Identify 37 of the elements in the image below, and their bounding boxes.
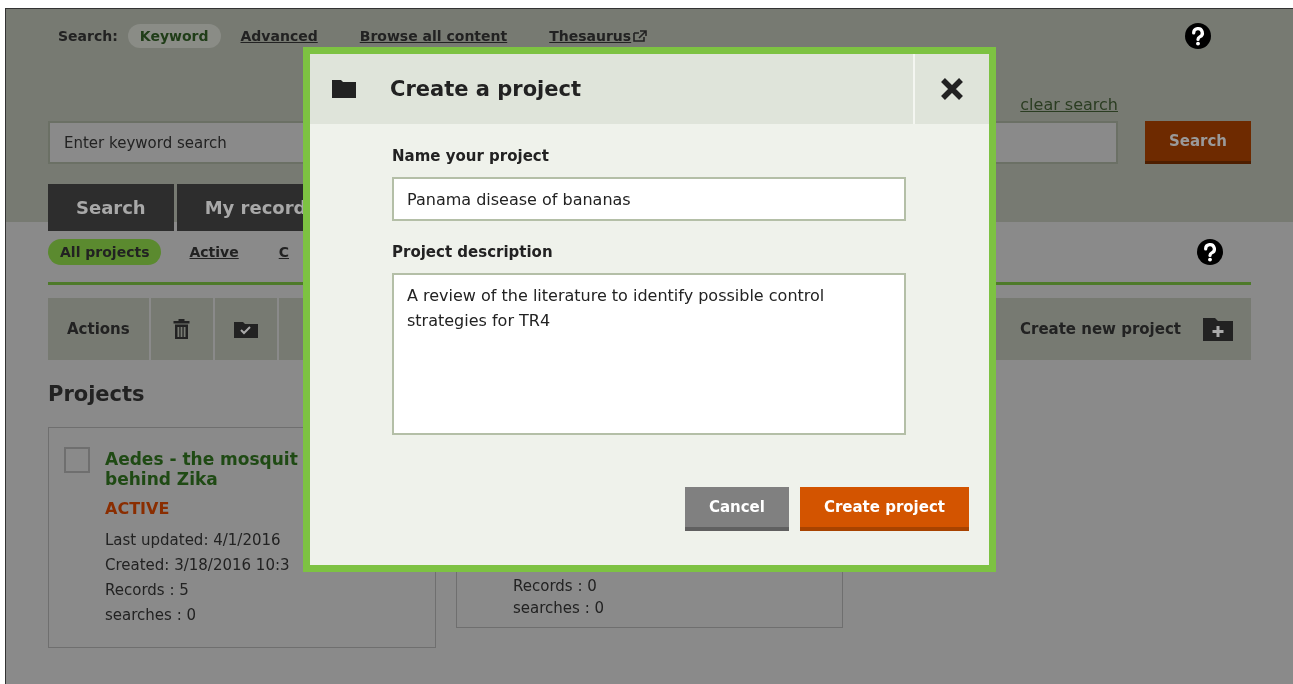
- filter-tab[interactable]: All projects: [48, 239, 162, 265]
- project-detail: Last updated: 4/1/2016: [105, 530, 282, 551]
- thesaurus-link[interactable]: Thesaurus: [537, 24, 660, 48]
- project-detail: Records : 5: [105, 580, 190, 601]
- filter-tab[interactable]: Active: [177, 239, 251, 265]
- status-label: ACTIVE: [105, 499, 171, 518]
- field-label: Project description: [392, 242, 554, 263]
- clear-search-link[interactable]: clear search: [1020, 95, 1118, 114]
- project-detail: Created: 3/18/2016 10:3: [105, 555, 291, 576]
- folder-icon: [332, 80, 356, 98]
- filter-tab[interactable]: C: [266, 239, 301, 265]
- help-icon: [1185, 23, 1211, 49]
- project-title-link[interactable]: Aedes - the mosquit behind Zika: [105, 449, 298, 489]
- folder-plus-icon: [1203, 317, 1233, 341]
- cancel-button[interactable]: Cancel: [684, 487, 789, 531]
- search-label: Search:: [58, 28, 118, 44]
- help-icon: [1197, 239, 1223, 265]
- nav-tab[interactable]: Search: [48, 184, 174, 231]
- actions-label: Actions: [48, 298, 151, 360]
- project-name-field[interactable]: Panama disease of bananas: [392, 177, 906, 221]
- search-mode-link[interactable]: Browse all content: [347, 24, 520, 48]
- close-icon: [940, 77, 964, 101]
- search-button[interactable]: Search: [1145, 121, 1251, 164]
- create-project-button[interactable]: Create project: [799, 487, 969, 531]
- project-description-field[interactable]: A review of the literature to identify possible control strategies for TR4: [392, 273, 906, 435]
- folder-check-icon: [233, 320, 258, 338]
- section-heading: Projects: [48, 382, 146, 406]
- field-label: Name your project: [392, 146, 550, 167]
- project-detail: searches : 0: [513, 598, 605, 619]
- create-new-project-button[interactable]: Create new project: [1020, 298, 1251, 360]
- checkbox[interactable]: [64, 447, 90, 473]
- search-mode-link[interactable]: Advanced: [228, 24, 330, 48]
- trash-icon: [173, 319, 191, 339]
- search-mode-pill[interactable]: Keyword: [127, 24, 221, 48]
- dialog-title: Create a project: [390, 77, 582, 101]
- project-detail: searches : 0: [105, 605, 197, 626]
- project-detail: Records : 0: [513, 576, 598, 597]
